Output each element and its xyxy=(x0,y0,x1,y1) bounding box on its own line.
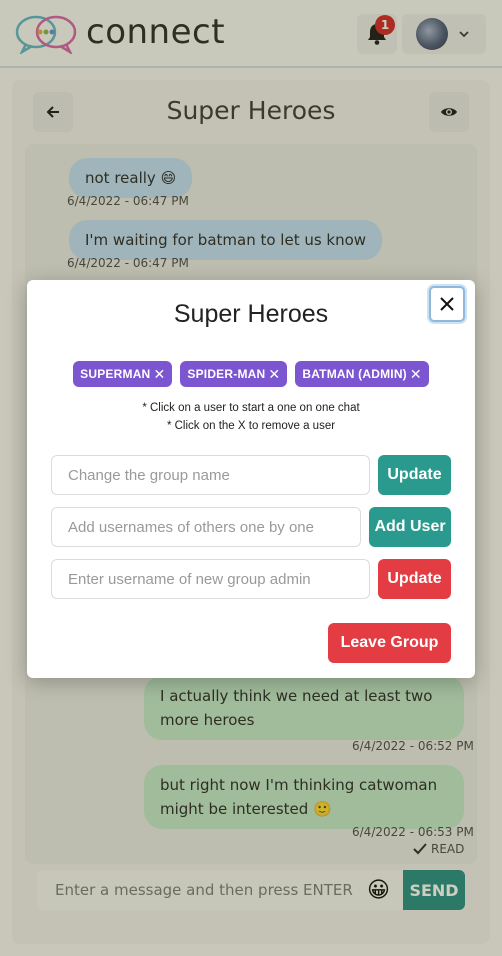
member-tag[interactable]: SPIDER-MAN ✕ xyxy=(180,361,288,387)
member-name: BATMAN (ADMIN) xyxy=(302,367,407,381)
new-admin-input[interactable]: Enter username of new group admin xyxy=(51,559,370,599)
member-tag[interactable]: SUPERMAN ✕ xyxy=(73,361,173,387)
update-admin-button[interactable]: Update xyxy=(378,559,451,599)
member-tag[interactable]: BATMAN (ADMIN) ✕ xyxy=(295,361,429,387)
hint-one-on-one: * Click on a user to start a one on one … xyxy=(142,402,360,414)
update-group-name-button[interactable]: Update xyxy=(378,455,451,495)
remove-member-icon[interactable]: ✕ xyxy=(268,366,280,383)
add-users-input[interactable]: Add usernames of others one by one xyxy=(51,507,361,547)
add-user-button[interactable]: Add User xyxy=(369,507,451,547)
member-name: SPIDER-MAN xyxy=(187,367,266,381)
leave-group-button[interactable]: Leave Group xyxy=(328,623,451,663)
modal-title: Super Heroes xyxy=(173,300,329,328)
hint-remove-user: * Click on the X to remove a user xyxy=(166,420,336,432)
remove-member-icon[interactable]: ✕ xyxy=(153,366,165,383)
member-list: SUPERMAN ✕ SPIDER-MAN ✕ BATMAN (ADMIN) ✕ xyxy=(27,361,475,387)
group-settings-modal: Super Heroes SUPERMAN ✕ SPIDER-MAN ✕ BAT… xyxy=(27,280,475,678)
member-name: SUPERMAN xyxy=(80,367,151,381)
close-modal-button[interactable] xyxy=(429,286,465,322)
remove-member-icon[interactable]: ✕ xyxy=(410,366,422,383)
group-name-input[interactable]: Change the group name xyxy=(51,455,370,495)
close-icon xyxy=(440,297,454,311)
